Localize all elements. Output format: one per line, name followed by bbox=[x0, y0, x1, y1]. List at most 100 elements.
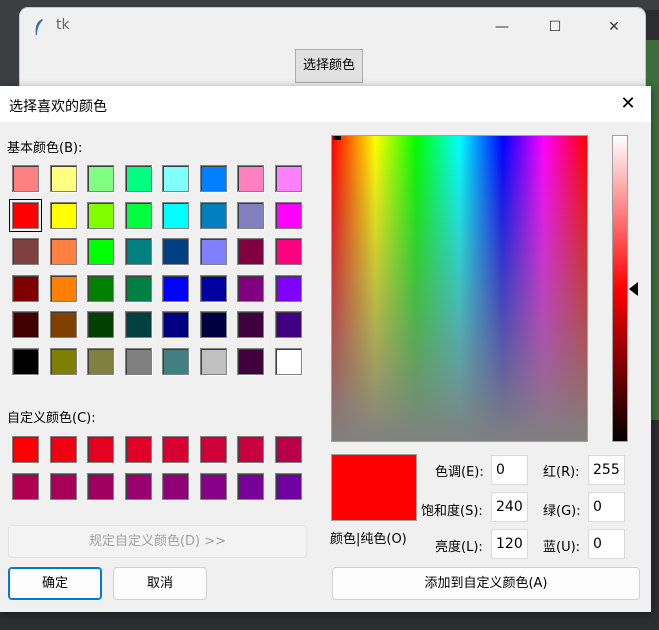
ok-button[interactable]: 确定 bbox=[8, 567, 102, 600]
basic-color-swatch[interactable] bbox=[237, 274, 264, 302]
luminance-field[interactable]: 120 bbox=[491, 529, 528, 559]
color-spectrum[interactable] bbox=[331, 135, 588, 442]
basic-color-swatch[interactable] bbox=[12, 347, 39, 375]
custom-color-swatch[interactable] bbox=[124, 436, 152, 463]
dialog-close-button[interactable]: ✕ bbox=[608, 90, 648, 118]
basic-color-swatch[interactable] bbox=[124, 347, 152, 375]
red-field[interactable]: 255 bbox=[588, 455, 625, 485]
dialog-title: 选择喜欢的颜色 bbox=[9, 99, 107, 115]
basic-color-swatch[interactable] bbox=[87, 238, 114, 265]
custom-color-swatch[interactable] bbox=[49, 436, 77, 463]
basic-color-swatch[interactable] bbox=[87, 165, 114, 192]
dialog-titlebar: 选择喜欢的颜色 ✕ bbox=[0, 86, 651, 122]
basic-color-swatch[interactable] bbox=[237, 311, 264, 338]
basic-color-swatch[interactable] bbox=[49, 311, 77, 338]
basic-color-swatch[interactable] bbox=[87, 347, 114, 375]
basic-color-swatch[interactable] bbox=[87, 311, 114, 338]
basic-color-swatch[interactable] bbox=[199, 165, 227, 192]
custom-colors-label: 自定义颜色(C): bbox=[7, 411, 96, 426]
basic-color-swatch[interactable] bbox=[87, 274, 114, 302]
basic-color-swatch[interactable] bbox=[199, 201, 227, 229]
basic-color-swatch[interactable] bbox=[12, 165, 39, 192]
saturation-field[interactable]: 240 bbox=[491, 492, 528, 522]
define-custom-colors-button[interactable]: 规定自定义颜色(D) >> bbox=[8, 525, 307, 558]
basic-color-swatch[interactable] bbox=[12, 274, 39, 302]
basic-colors-label: 基本颜色(B): bbox=[7, 141, 83, 156]
custom-color-swatch[interactable] bbox=[274, 436, 302, 463]
custom-color-swatch[interactable] bbox=[237, 436, 264, 463]
preview-label: 颜色|纯色(O) bbox=[330, 532, 407, 547]
add-to-custom-colors-button[interactable]: 添加到自定义颜色(A) bbox=[332, 567, 640, 600]
basic-color-swatch[interactable] bbox=[12, 311, 39, 338]
tk-window-title: tk bbox=[56, 17, 70, 33]
pick-color-button[interactable]: 选择颜色 bbox=[295, 49, 363, 83]
green-field[interactable]: 0 bbox=[588, 492, 625, 522]
basic-color-swatch[interactable] bbox=[237, 347, 264, 375]
basic-color-swatch[interactable] bbox=[199, 347, 227, 375]
custom-color-swatch[interactable] bbox=[274, 472, 302, 500]
luminance-label: 亮度(L): bbox=[435, 540, 483, 555]
tk-root-window: tk — ☐ ✕ 选择颜色 bbox=[20, 8, 645, 88]
background-ide-sidebar bbox=[0, 10, 20, 90]
custom-color-swatch[interactable] bbox=[199, 472, 227, 500]
tk-close-button[interactable]: ✕ bbox=[591, 14, 637, 40]
feather-icon bbox=[35, 19, 43, 35]
blue-label: 蓝(U): bbox=[543, 540, 581, 555]
basic-color-swatch[interactable] bbox=[87, 201, 114, 229]
basic-color-swatch[interactable] bbox=[274, 274, 302, 302]
cancel-button[interactable]: 取消 bbox=[113, 567, 207, 600]
hue-field[interactable]: 0 bbox=[491, 455, 528, 485]
green-label: 绿(G): bbox=[543, 504, 581, 519]
basic-color-swatch[interactable] bbox=[162, 347, 189, 375]
basic-color-swatch[interactable] bbox=[162, 238, 189, 265]
hue-label: 色调(E): bbox=[435, 465, 484, 480]
basic-color-swatch[interactable] bbox=[162, 165, 189, 192]
basic-color-swatch[interactable] bbox=[199, 238, 227, 265]
basic-color-swatch[interactable] bbox=[124, 201, 152, 229]
basic-color-swatch[interactable] bbox=[124, 238, 152, 265]
basic-color-swatch[interactable] bbox=[49, 347, 77, 375]
basic-color-swatch[interactable] bbox=[274, 347, 302, 375]
maximize-button[interactable]: ☐ bbox=[532, 14, 578, 40]
custom-color-swatch[interactable] bbox=[237, 472, 264, 500]
custom-color-swatch[interactable] bbox=[87, 472, 114, 500]
custom-color-swatch[interactable] bbox=[12, 436, 39, 463]
basic-color-swatch[interactable] bbox=[237, 165, 264, 192]
background-ide-bottom bbox=[0, 612, 659, 630]
spectrum-crosshair bbox=[333, 136, 341, 140]
basic-color-swatch[interactable] bbox=[49, 238, 77, 265]
basic-color-swatch[interactable] bbox=[274, 201, 302, 229]
custom-color-swatch[interactable] bbox=[162, 472, 189, 500]
custom-color-swatch[interactable] bbox=[162, 436, 189, 463]
basic-color-swatch[interactable] bbox=[237, 201, 264, 229]
basic-color-swatch[interactable] bbox=[124, 311, 152, 338]
basic-color-swatch[interactable] bbox=[274, 311, 302, 338]
basic-color-swatch[interactable] bbox=[162, 274, 189, 302]
basic-color-swatch[interactable] bbox=[274, 165, 302, 192]
basic-color-swatch[interactable] bbox=[199, 274, 227, 302]
custom-color-swatch[interactable] bbox=[124, 472, 152, 500]
basic-color-swatch[interactable] bbox=[49, 165, 77, 192]
basic-color-swatch[interactable] bbox=[162, 201, 189, 229]
custom-color-swatch[interactable] bbox=[87, 436, 114, 463]
basic-color-swatch[interactable] bbox=[199, 311, 227, 338]
basic-color-swatch[interactable] bbox=[124, 165, 152, 192]
basic-color-swatch[interactable] bbox=[124, 274, 152, 302]
basic-color-swatch[interactable] bbox=[49, 274, 77, 302]
basic-color-swatch[interactable] bbox=[237, 238, 264, 265]
luminance-arrow-icon[interactable] bbox=[629, 282, 638, 296]
basic-color-swatch[interactable] bbox=[12, 238, 39, 265]
luminance-slider[interactable] bbox=[612, 135, 628, 442]
minimize-button[interactable]: — bbox=[479, 14, 525, 40]
basic-color-swatch[interactable] bbox=[9, 198, 42, 232]
basic-color-swatch[interactable] bbox=[274, 238, 302, 265]
color-dialog: 选择喜欢的颜色 ✕ 基本颜色(B): 自定义颜色(C): 规定自定义颜色(D) … bbox=[0, 86, 651, 612]
blue-field[interactable]: 0 bbox=[588, 529, 625, 559]
custom-color-swatch[interactable] bbox=[199, 436, 227, 463]
tk-titlebar: tk — ☐ ✕ bbox=[20, 8, 645, 44]
custom-color-swatch[interactable] bbox=[49, 472, 77, 500]
red-label: 红(R): bbox=[543, 465, 580, 480]
basic-color-swatch[interactable] bbox=[162, 311, 189, 338]
custom-color-swatch[interactable] bbox=[12, 472, 39, 500]
basic-color-swatch[interactable] bbox=[49, 201, 77, 229]
